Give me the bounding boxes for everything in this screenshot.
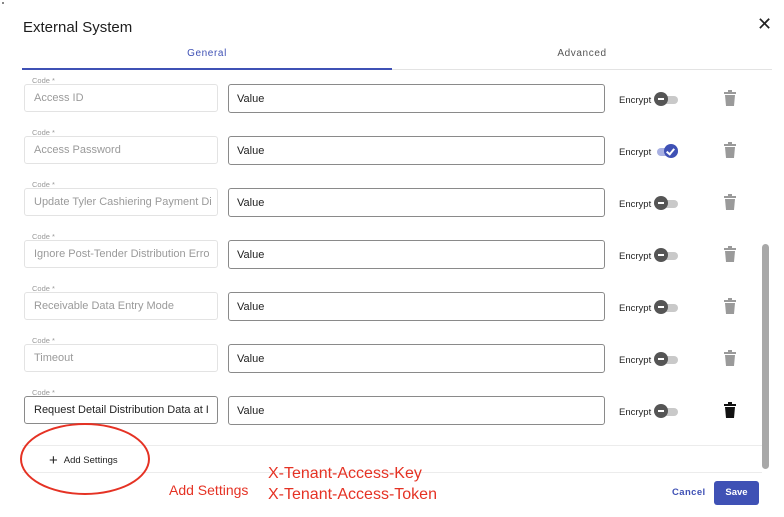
code-input[interactable]: Receivable Data Entry Mode xyxy=(24,292,218,320)
corner-mark xyxy=(2,2,4,4)
encrypt-label: Encrypt xyxy=(619,95,652,106)
encrypt-toggle[interactable] xyxy=(654,300,678,315)
setting-row: Code * Timeout Value Encrypt xyxy=(0,336,760,388)
delete-icon[interactable] xyxy=(723,402,737,418)
encrypt-label: Encrypt xyxy=(619,407,652,418)
encrypt-label: Encrypt xyxy=(619,355,652,366)
encrypt-label: Encrypt xyxy=(619,147,652,158)
code-input[interactable]: Update Tyler Cashiering Payment Di xyxy=(24,188,218,216)
code-input[interactable]: Access Password xyxy=(24,136,218,164)
encrypt-label: Encrypt xyxy=(619,251,652,262)
scrollbar-thumb[interactable] xyxy=(762,244,769,469)
cancel-button[interactable]: Cancel xyxy=(672,487,706,498)
code-input[interactable]: Access ID xyxy=(24,84,218,112)
delete-icon[interactable] xyxy=(723,142,737,158)
value-input[interactable]: Value xyxy=(228,344,605,373)
code-input[interactable]: Timeout xyxy=(24,344,218,372)
annotation-callout: Add Settings xyxy=(169,482,249,498)
setting-row: Code * Update Tyler Cashiering Payment Di… xyxy=(0,180,760,232)
value-input[interactable]: Value xyxy=(228,136,605,165)
encrypt-toggle[interactable] xyxy=(654,248,678,263)
encrypt-label: Encrypt xyxy=(619,199,652,210)
tab-general[interactable]: General xyxy=(22,48,392,59)
save-button[interactable]: Save xyxy=(714,481,759,505)
annotation-keys: X-Tenant-Access-Key X-Tenant-Access-Toke… xyxy=(268,463,437,505)
delete-icon[interactable] xyxy=(723,350,737,366)
value-input[interactable]: Value xyxy=(228,188,605,217)
setting-row: Code * Ignore Post-Tender Distribution Er… xyxy=(0,232,760,284)
annotation-key-line: X-Tenant-Access-Key xyxy=(268,465,422,482)
encrypt-toggle[interactable] xyxy=(654,144,678,159)
delete-icon[interactable] xyxy=(723,194,737,210)
setting-row: Code * Access ID Value Encrypt xyxy=(0,76,760,128)
value-input[interactable]: Value xyxy=(228,240,605,269)
active-tab-indicator xyxy=(22,68,392,70)
delete-icon[interactable] xyxy=(723,298,737,314)
delete-icon[interactable] xyxy=(723,246,737,262)
code-input[interactable]: Request Detail Distribution Data at I xyxy=(24,396,218,424)
value-input[interactable]: Value xyxy=(228,84,605,113)
encrypt-toggle[interactable] xyxy=(654,196,678,211)
code-input[interactable]: Ignore Post-Tender Distribution Erro xyxy=(24,240,218,268)
encrypt-toggle[interactable] xyxy=(654,352,678,367)
tab-advanced[interactable]: Advanced xyxy=(392,48,772,59)
value-input[interactable]: Value xyxy=(228,396,605,425)
delete-icon[interactable] xyxy=(723,90,737,106)
setting-row: Code * Access Password Value Encrypt xyxy=(0,128,760,180)
encrypt-label: Encrypt xyxy=(619,303,652,314)
close-icon[interactable]: ✕ xyxy=(757,14,772,34)
annotation-ellipse xyxy=(20,423,150,495)
encrypt-toggle[interactable] xyxy=(654,404,678,419)
setting-row: Code * Receivable Data Entry Mode Value Enc… xyxy=(0,284,760,336)
annotation-key-line: X-Tenant-Access-Token xyxy=(268,486,437,503)
value-input[interactable]: Value xyxy=(228,292,605,321)
encrypt-toggle[interactable] xyxy=(654,92,678,107)
dialog-title: External System xyxy=(23,19,133,36)
